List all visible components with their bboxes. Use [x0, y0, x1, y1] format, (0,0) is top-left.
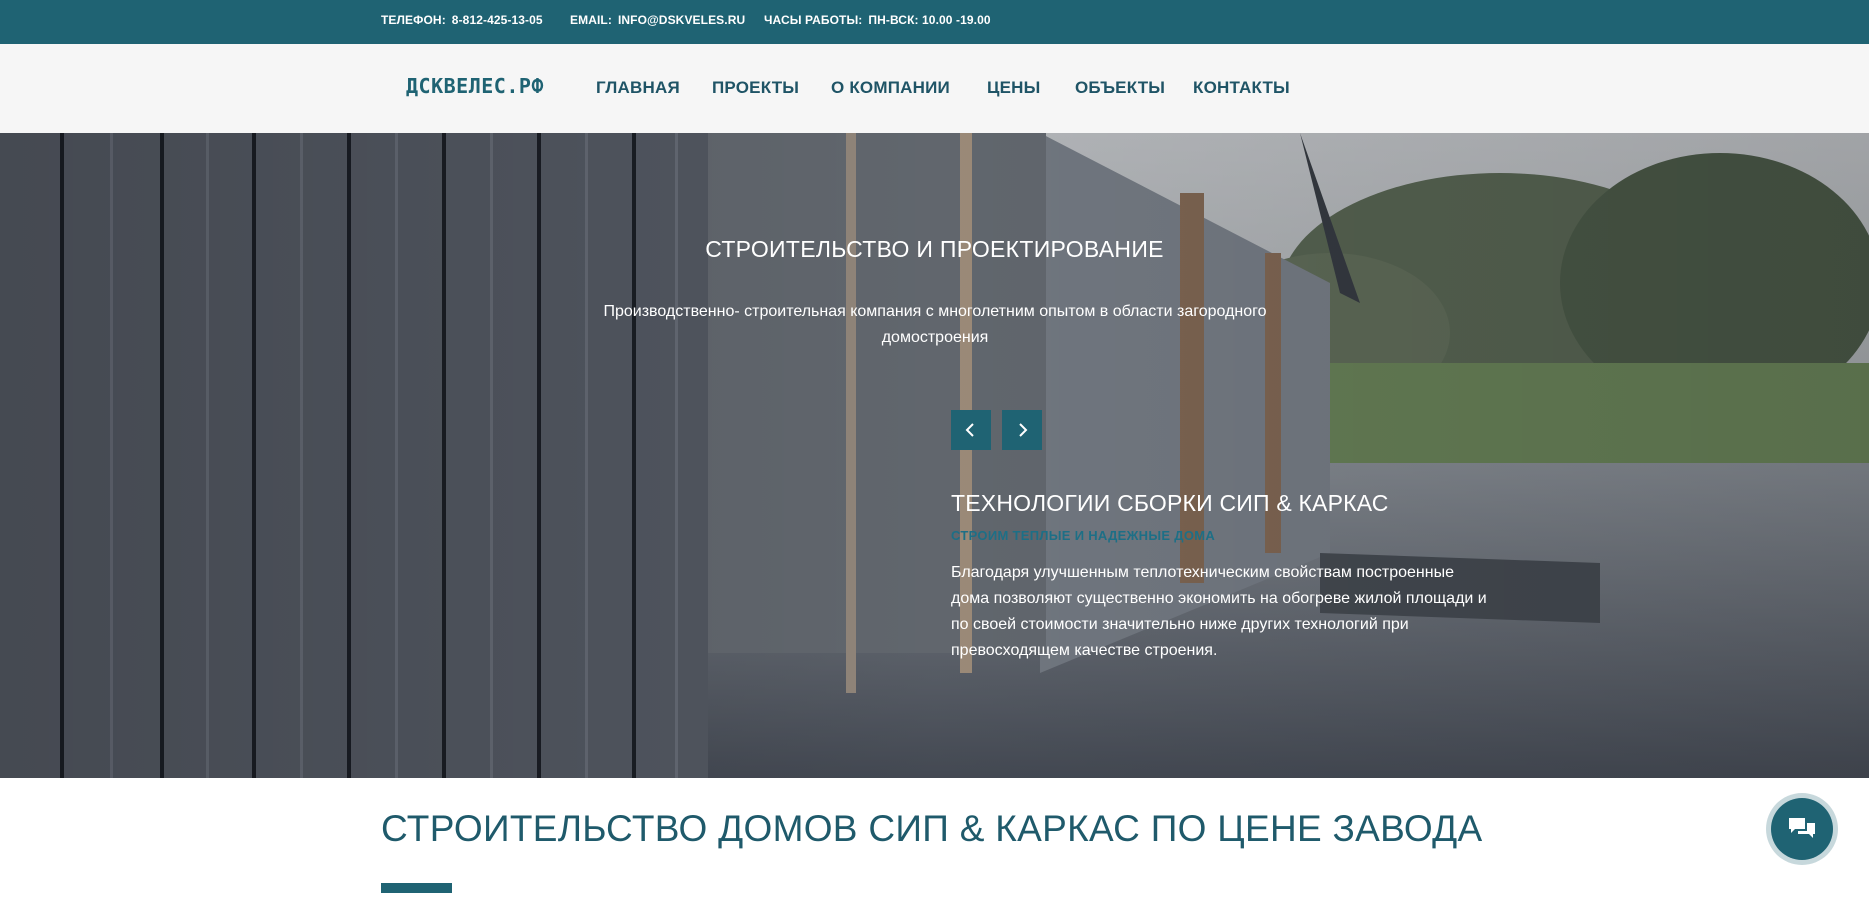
- chevron-left-icon: [965, 423, 974, 437]
- chevron-right-icon: [1019, 423, 1028, 437]
- tech-title: ТЕХНОЛОГИИ СБОРКИ СИП & КАРКАС: [951, 490, 1389, 516]
- phone-info: ТЕЛЕФОН: 8-812-425-13-05: [381, 0, 543, 44]
- hours-value: ПН-ВСК: 10.00 -19.00: [868, 13, 991, 27]
- slider-prev-button[interactable]: [951, 410, 991, 450]
- nav-item-home[interactable]: ГЛАВНАЯ: [596, 78, 680, 98]
- main-navbar: ДСКВЕЛЕС.РФ ГЛАВНАЯ ПРОЕКТЫ О КОМПАНИИ Ц…: [0, 44, 1869, 133]
- tech-description: Благодаря улучшенным теплотехническим св…: [951, 564, 1487, 659]
- hero-subtitle: Производственно- строительная компания с…: [603, 303, 1267, 346]
- site-logo[interactable]: ДСКВЕЛЕС.РФ: [406, 74, 544, 98]
- nav-item-about[interactable]: О КОМПАНИИ: [831, 78, 950, 98]
- slider-next-button[interactable]: [1002, 410, 1042, 450]
- email-value[interactable]: INFO@DSKVELES.RU: [618, 13, 745, 27]
- tech-subtitle: СТРОИМ ТЕПЛЫЕ И НАДЕЖНЫЕ ДОМА: [951, 528, 1216, 543]
- hours-label: ЧАСЫ РАБОТЫ:: [764, 13, 863, 27]
- hours-info: ЧАСЫ РАБОТЫ: ПН-ВСК: 10.00 -19.00: [764, 0, 991, 44]
- hero-slider: СТРОИТЕЛЬСТВО И ПРОЕКТИРОВАНИЕ Производс…: [0, 133, 1869, 778]
- email-label: EMAIL:: [570, 13, 612, 27]
- nav-item-objects[interactable]: ОБЪЕКТЫ: [1075, 78, 1165, 98]
- nav-item-prices[interactable]: ЦЕНЫ: [987, 78, 1040, 98]
- hero-title: СТРОИТЕЛЬСТВО И ПРОЕКТИРОВАНИЕ: [705, 236, 1164, 262]
- phone-label: ТЕЛЕФОН:: [381, 13, 446, 27]
- nav-item-contacts[interactable]: КОНТАКТЫ: [1193, 78, 1290, 98]
- nav-item-projects[interactable]: ПРОЕКТЫ: [712, 78, 799, 98]
- top-info-bar: ТЕЛЕФОН: 8-812-425-13-05 EMAIL: INFO@DSKVE…: [0, 0, 1869, 44]
- phone-value[interactable]: 8-812-425-13-05: [452, 13, 543, 27]
- hero-background-image: [0, 133, 1869, 778]
- section-title-underline: [381, 883, 452, 893]
- chat-widget-button[interactable]: [1771, 798, 1833, 860]
- email-info: EMAIL: INFO@DSKVELES.RU: [570, 0, 745, 44]
- chat-bubbles-icon: [1789, 818, 1815, 838]
- section-title: СТРОИТЕЛЬСТВО ДОМОВ СИП & КАРКАС ПО ЦЕНЕ…: [381, 808, 1483, 849]
